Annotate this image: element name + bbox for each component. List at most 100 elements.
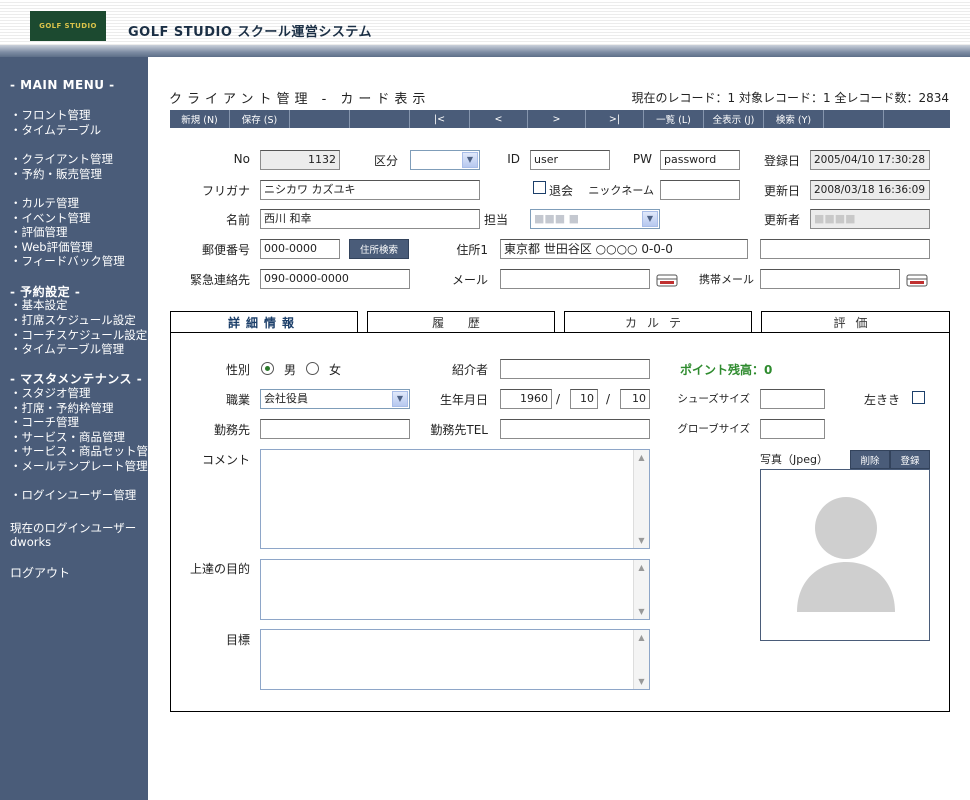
zip-field[interactable]: 000-0000 xyxy=(260,239,340,259)
name-field[interactable]: 西川 和幸 xyxy=(260,209,480,229)
work-tel-field[interactable] xyxy=(500,419,650,439)
main-menu-title: - MAIN MENU - xyxy=(10,78,115,92)
birth-day-field[interactable]: 10 xyxy=(620,389,650,409)
prev-record-button[interactable]: < xyxy=(470,110,528,128)
zip-search-button[interactable]: 住所検索 xyxy=(349,239,409,259)
mail-send-icon[interactable] xyxy=(656,273,678,287)
pw-field[interactable]: password xyxy=(660,150,740,170)
regdate-label: 登録日 xyxy=(763,154,800,168)
work-field[interactable] xyxy=(260,419,410,439)
scroll-up-icon[interactable]: ▲ xyxy=(634,560,649,575)
tab-evaluation[interactable]: 評価 xyxy=(761,311,950,333)
sidebar-item-timetable-mgmt[interactable]: ・タイムテーブル管理 xyxy=(10,341,124,357)
sidebar-item-service-set[interactable]: ・サービス・商品セット管理 xyxy=(10,443,160,459)
sidebar-item-mail-template[interactable]: ・メールテンプレート管理 xyxy=(10,458,148,474)
current-user-label: 現在のログインユーザー xyxy=(10,521,137,535)
tab-history[interactable]: 履 歴 xyxy=(367,311,555,333)
regdate-field: 2005/04/10 17:30:28 xyxy=(810,150,930,170)
taikai-checkbox[interactable] xyxy=(533,181,546,194)
sidebar-item-coach[interactable]: ・コーチ管理 xyxy=(10,414,79,430)
tanto-select[interactable]: ■■■ ■ ▼ xyxy=(530,209,660,229)
no-field[interactable]: 1132 xyxy=(260,150,340,170)
birth-month-field[interactable]: 10 xyxy=(570,389,598,409)
scroll-down-icon[interactable]: ▼ xyxy=(634,533,649,548)
photo-register-button[interactable]: 登録 xyxy=(890,450,930,469)
first-record-button[interactable]: |< xyxy=(410,110,470,128)
mail-field[interactable] xyxy=(500,269,650,289)
goal-label: 上達の目的 xyxy=(189,562,250,576)
nickname-field[interactable] xyxy=(660,180,740,200)
taikai-label: 退会 xyxy=(549,184,574,198)
tab-detail[interactable]: 詳細情報 xyxy=(170,311,358,333)
shoe-size-label: シューズサイズ xyxy=(677,393,750,405)
app-title: GOLF STUDIO スクール運営システム xyxy=(128,25,373,40)
photo-frame xyxy=(760,469,930,641)
sidebar-item-front[interactable]: ・フロント管理 xyxy=(10,107,91,123)
mobile-mail-send-icon[interactable] xyxy=(906,273,928,287)
scrollbar[interactable]: ▲ ▼ xyxy=(633,450,649,548)
addr2-field[interactable] xyxy=(760,239,930,259)
gender-male-radio[interactable] xyxy=(261,362,274,375)
mobile-mail-field[interactable] xyxy=(760,269,900,289)
scroll-up-icon[interactable]: ▲ xyxy=(634,450,649,465)
gender-label: 性別 xyxy=(225,363,250,377)
id-label: ID xyxy=(507,152,520,166)
show-all-button[interactable]: 全表示 (J) xyxy=(704,110,764,128)
next-record-button[interactable]: > xyxy=(528,110,586,128)
sidebar-item-client[interactable]: ・クライアント管理 xyxy=(10,151,113,167)
sidebar-item-feedback[interactable]: ・フィードバック管理 xyxy=(10,253,125,269)
comment-textarea[interactable]: ▲ ▼ xyxy=(260,449,650,549)
logout-link[interactable]: ログアウト xyxy=(10,564,70,581)
shoe-size-field[interactable] xyxy=(760,389,825,409)
photo-delete-button[interactable]: 削除 xyxy=(850,450,890,469)
kubun-select[interactable]: ▼ xyxy=(410,150,480,170)
toolbar-spacer xyxy=(350,110,410,128)
sidebar-item-booth-schedule[interactable]: ・打席スケジュール設定 xyxy=(10,312,136,328)
scroll-down-icon[interactable]: ▼ xyxy=(634,604,649,619)
sidebar-item-basic[interactable]: ・基本設定 xyxy=(10,297,68,313)
sidebar-item-login-user[interactable]: ・ログインユーザー管理 xyxy=(10,487,136,503)
furigana-field[interactable]: ニシカワ カズユキ xyxy=(260,180,480,200)
target-textarea[interactable]: ▲ ▼ xyxy=(260,629,650,690)
app-header: GOLF STUDIO GOLF STUDIO スクール運営システム xyxy=(0,0,970,45)
sidebar-item-timetable[interactable]: ・タイムテーブル xyxy=(10,122,101,138)
emergency-field[interactable]: 090-0000-0000 xyxy=(260,269,410,289)
goal-textarea[interactable]: ▲ ▼ xyxy=(260,559,650,620)
id-field[interactable]: user xyxy=(530,150,610,170)
update-label: 更新日 xyxy=(763,184,800,198)
gender-male-label: 男 xyxy=(284,363,297,377)
birth-label: 生年月日 xyxy=(439,393,488,407)
referrer-field[interactable] xyxy=(500,359,650,379)
sidebar: - MAIN MENU - ・フロント管理 ・タイムテーブル ・クライアント管理… xyxy=(0,57,160,800)
glove-size-field[interactable] xyxy=(760,419,825,439)
scrollbar[interactable]: ▲ ▼ xyxy=(633,630,649,689)
gender-female-radio[interactable] xyxy=(306,362,319,375)
lefty-checkbox[interactable] xyxy=(912,391,925,404)
list-button[interactable]: 一覧 (L) xyxy=(644,110,704,128)
addr-field[interactable]: 東京都 世田谷区 ○○○○ 0-0-0 xyxy=(500,239,748,259)
sidebar-item-reservation[interactable]: ・予約・販売管理 xyxy=(10,166,102,182)
furigana-label: フリガナ xyxy=(201,184,250,198)
save-button[interactable]: 保存 (S) xyxy=(230,110,290,128)
golf-studio-logo: GOLF STUDIO xyxy=(30,11,106,41)
job-select[interactable]: 会社役員 ▼ xyxy=(260,389,410,409)
last-record-button[interactable]: >| xyxy=(586,110,644,128)
sidebar-item-karte[interactable]: ・カルテ管理 xyxy=(10,195,79,211)
sidebar-item-studio[interactable]: ・スタジオ管理 xyxy=(10,385,91,401)
page-title: クライアント管理 - カード表示 xyxy=(169,92,431,107)
scrollbar[interactable]: ▲ ▼ xyxy=(633,560,649,619)
updater-label: 更新者 xyxy=(763,213,800,227)
scroll-down-icon[interactable]: ▼ xyxy=(634,674,649,689)
new-button[interactable]: 新規 (N) xyxy=(170,110,230,128)
birth-sep-1: / xyxy=(556,392,561,406)
birth-year-field[interactable]: 1960 xyxy=(500,389,552,409)
tanto-value: ■■■ ■ xyxy=(534,212,580,225)
chevron-down-icon: ▼ xyxy=(392,391,408,407)
tab-karte[interactable]: カルテ xyxy=(564,311,752,333)
search-button[interactable]: 検索 (Y) xyxy=(764,110,824,128)
referrer-label: 紹介者 xyxy=(451,363,488,377)
toolbar-spacer xyxy=(290,110,350,128)
sidebar-item-evaluation[interactable]: ・評価管理 xyxy=(10,224,68,240)
birth-sep-2: / xyxy=(606,392,611,406)
scroll-up-icon[interactable]: ▲ xyxy=(634,630,649,645)
